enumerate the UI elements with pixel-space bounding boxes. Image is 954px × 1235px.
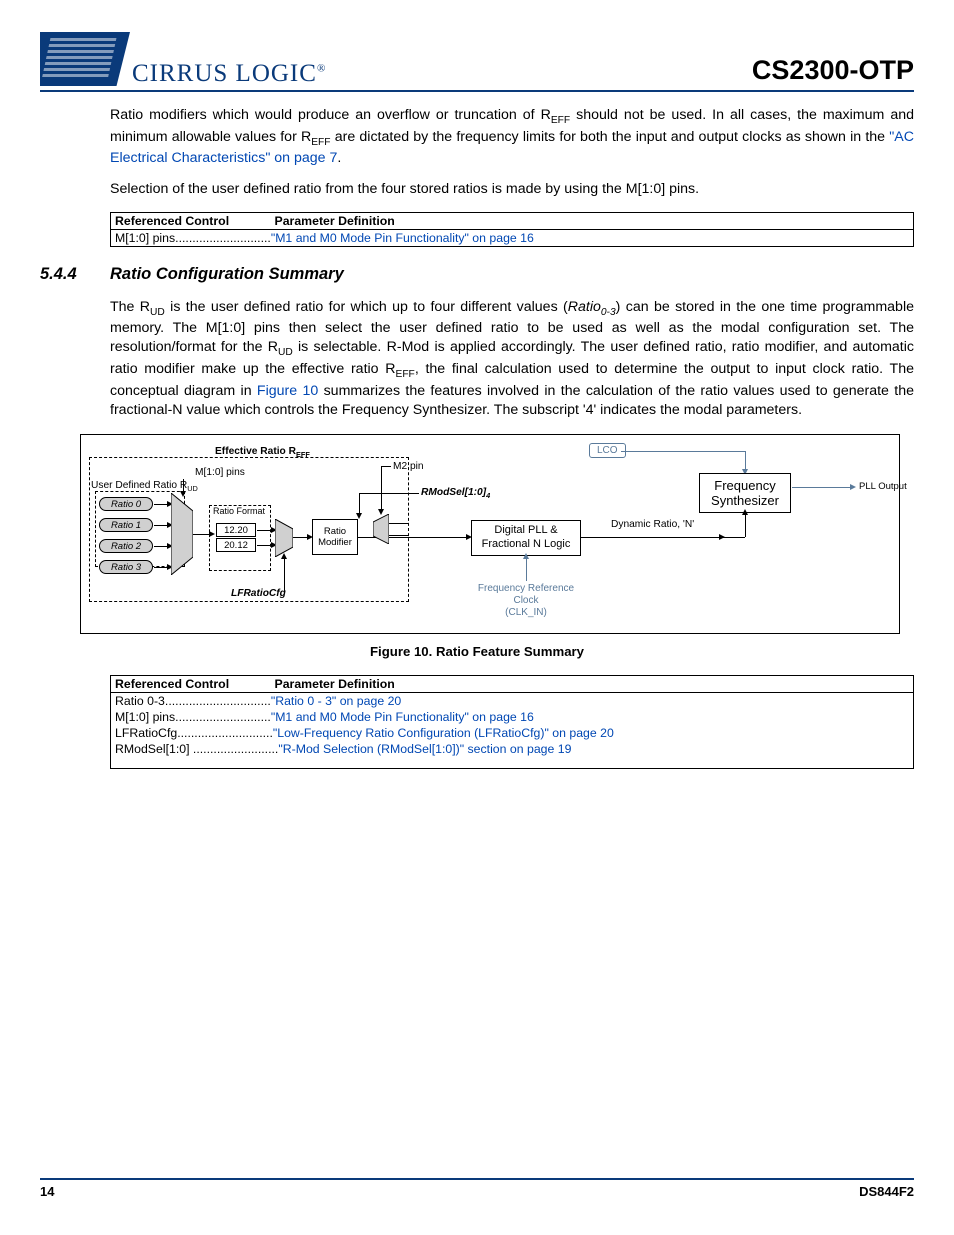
page-footer: 14 DS844F2 [40, 1178, 914, 1199]
table-row: M[1:0] pins............................"… [111, 709, 914, 725]
format-2012: 20.12 [216, 538, 256, 552]
paragraph-ratio-modifiers: Ratio modifiers which would produce an o… [110, 106, 914, 168]
link-figure-10[interactable]: Figure 10 [257, 383, 318, 399]
document-title: CS2300-OTP [752, 55, 914, 86]
paragraph-ratio-config: The RUD is the user defined ratio for wh… [110, 298, 914, 420]
logo-mark-icon [40, 32, 130, 86]
label-ratio-format: Ratio Format [213, 506, 265, 516]
label-m10-pins: M[1:0] pins [195, 467, 245, 478]
section-title: Ratio Configuration Summary [110, 265, 344, 284]
block-dpll: Digital PLL & Fractional N Logic [471, 520, 581, 556]
block-ratio-modifier: Ratio Modifier [312, 519, 358, 555]
label-m2-pin: M2 pin [393, 461, 424, 472]
section-heading: 5.4.4 Ratio Configuration Summary [40, 265, 914, 284]
ratio-box-0: Ratio 0 [99, 497, 153, 511]
link-rmodsel[interactable]: "R-Mod Selection (RModSel[1:0])" section… [278, 742, 571, 756]
doc-id: DS844F2 [859, 1184, 914, 1199]
table-row: LFRatioCfg............................"L… [111, 725, 914, 741]
label-pll-output: PLL Output [859, 481, 907, 492]
table-header: Referenced Control [111, 212, 271, 229]
mux-icon [373, 514, 389, 544]
page-number: 14 [40, 1184, 54, 1199]
link-m1-m0-mode[interactable]: "M1 and M0 Mode Pin Functionality" on pa… [271, 231, 534, 245]
link-m1-m0-mode[interactable]: "M1 and M0 Mode Pin Functionality" on pa… [271, 710, 534, 724]
table-row: RModSel[1:0] ........................."R… [111, 741, 914, 769]
label-dynamic-ratio: Dynamic Ratio, 'N' [611, 519, 694, 530]
figure-caption: Figure 10. Ratio Feature Summary [40, 644, 914, 659]
label-lfratiocfg: LFRatioCfg [231, 588, 286, 599]
ratio-box-1: Ratio 1 [99, 518, 153, 532]
table-header: Parameter Definition [271, 212, 914, 229]
table-row: Ratio 0-3...............................… [111, 692, 914, 709]
block-freq-synth: Frequency Synthesizer [699, 473, 791, 513]
mux-icon [275, 519, 293, 557]
link-lfratiocfg[interactable]: "Low-Frequency Ratio Configuration (LFRa… [273, 726, 614, 740]
referenced-control-table-2: Referenced Control Parameter Definition … [110, 675, 914, 769]
table-header: Referenced Control [111, 675, 271, 692]
ratio-box-2: Ratio 2 [99, 539, 153, 553]
table-header: Parameter Definition [271, 675, 914, 692]
format-1220: 12.20 [216, 523, 256, 537]
section-number: 5.4.4 [40, 265, 92, 284]
diagram-ratio-feature: Effective Ratio REFF User Defined Ratio … [80, 434, 900, 634]
logo: CIRRUS LOGIC® [40, 32, 326, 86]
label-ref-clock: Frequency Reference Clock(CLK_IN) [466, 583, 586, 619]
link-ratio-0-3[interactable]: "Ratio 0 - 3" on page 20 [271, 694, 401, 708]
figure-10: Effective Ratio REFF User Defined Ratio … [80, 434, 900, 634]
paragraph-selection: Selection of the user defined ratio from… [110, 180, 914, 199]
referenced-control-table-1: Referenced Control Parameter Definition … [110, 212, 914, 247]
logo-text: CIRRUS LOGIC® [132, 60, 326, 88]
page-header: CIRRUS LOGIC® CS2300-OTP [40, 32, 914, 92]
mux-icon [171, 493, 193, 575]
ratio-box-3: Ratio 3 [99, 560, 153, 574]
label-effective-ratio: Effective Ratio REFF [215, 446, 310, 459]
label-rmodsel: RModSel[1:0]4 [421, 487, 490, 500]
table-row: M[1:0] pins............................"… [111, 229, 914, 246]
